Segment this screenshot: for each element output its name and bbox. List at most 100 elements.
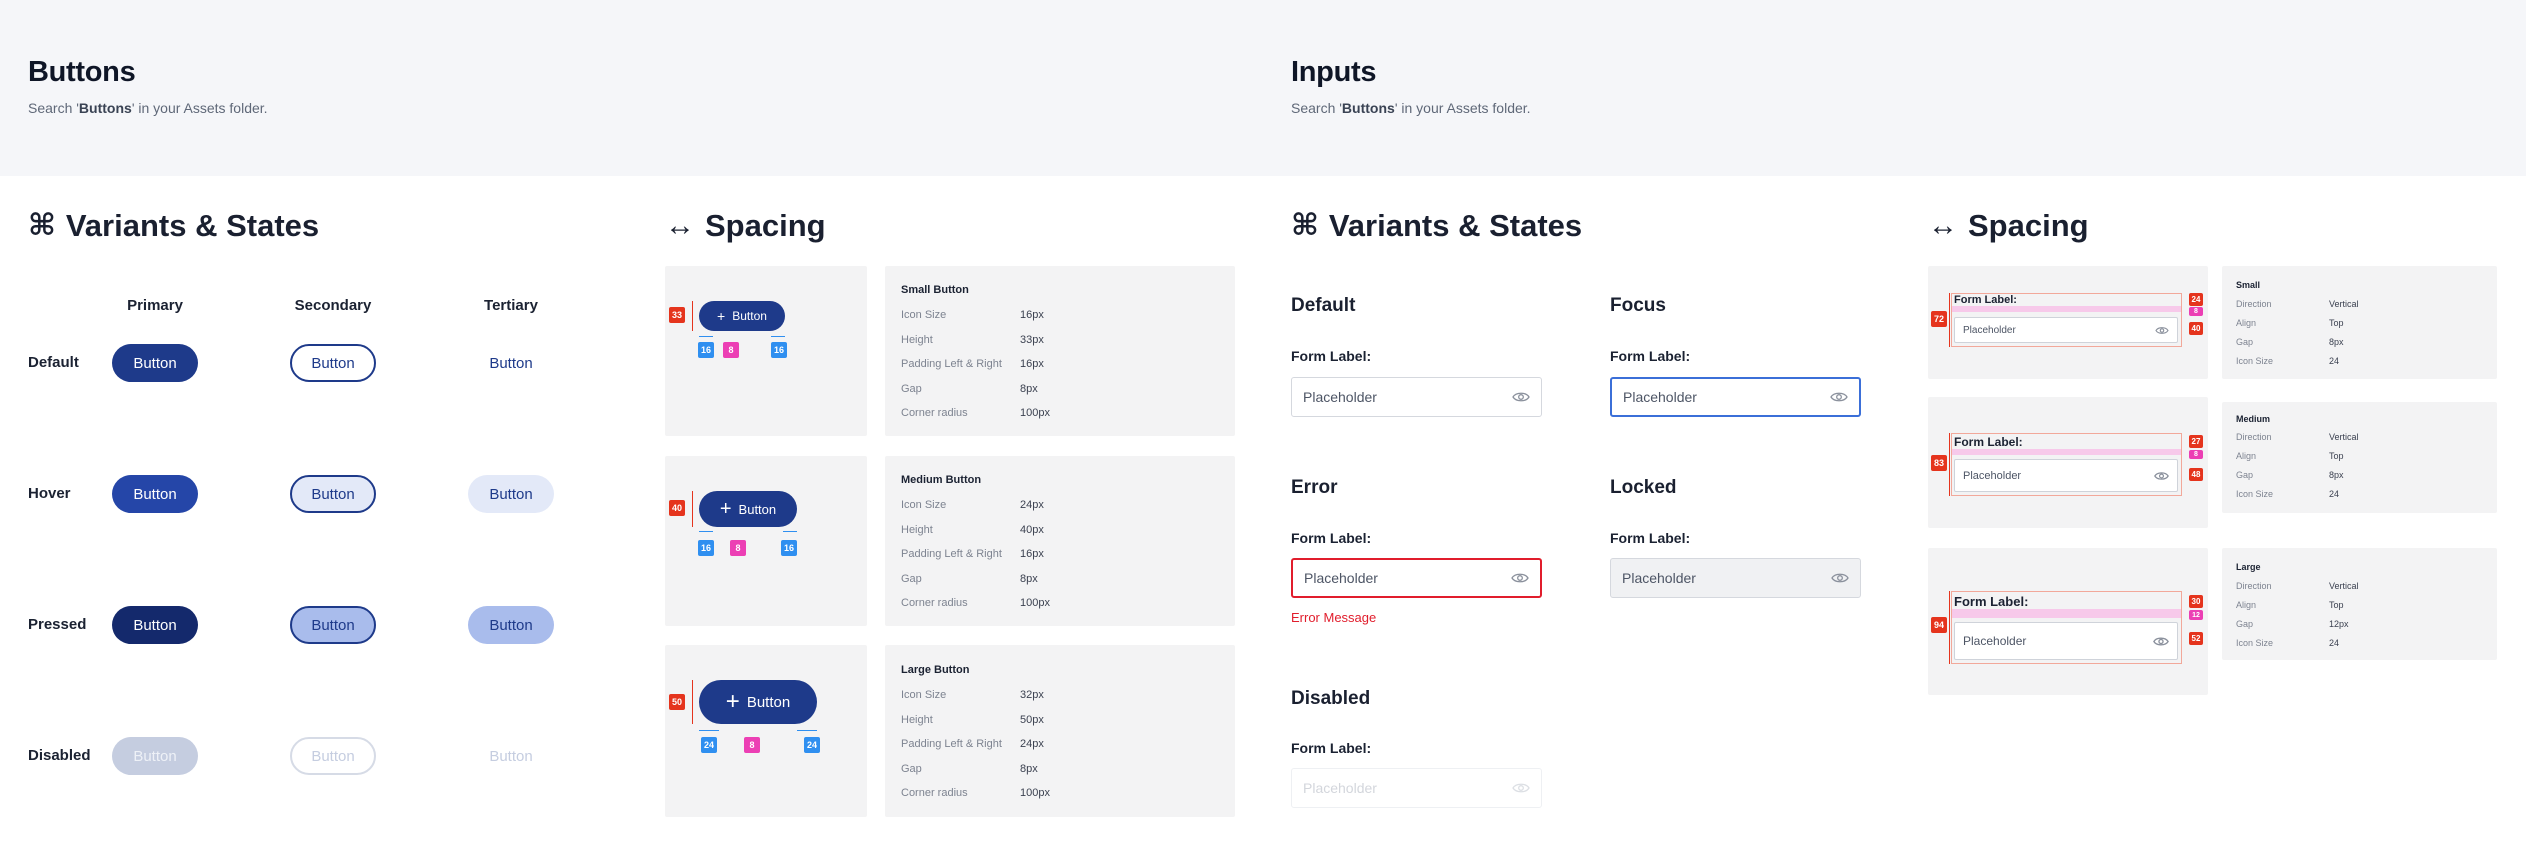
sample-input-medium: Placeholder [1954,459,2178,492]
spec-key: Height [901,714,933,726]
spec-key: Icon Size [901,309,947,321]
spec-key: Corner radius [901,407,968,419]
height-measure-line [1949,433,1950,496]
spec-title: Medium Button [901,474,982,486]
spec-value: 40px [1020,524,1044,536]
spec-value: 12px [2329,619,2349,629]
spec-title: Small [2236,280,2261,290]
secondary-hover-button[interactable]: Button [290,475,376,513]
label-height-tag: 30 [2189,595,2203,608]
spec-value: 100px [1020,597,1050,609]
error-message: Error Message [1291,610,1377,625]
padding-left-tag: 16 [698,540,714,556]
sample-input-large: Placeholder [1954,622,2178,660]
inputs-spacing-heading: ↔ Spacing [1928,208,2089,244]
padding-left-tag: 16 [698,342,714,358]
eye-icon [1831,573,1849,583]
height-measure-line [1949,591,1950,664]
height-tag: 33 [669,307,685,323]
label-height-tag: 24 [2189,293,2203,306]
gap-tag: 8 [2189,450,2203,459]
spec-key: Corner radius [901,787,968,799]
secondary-default-button[interactable]: Button [290,344,376,382]
spec-key: Gap [901,383,922,395]
column-header-primary: Primary [127,297,183,314]
padding-right-tag: 16 [771,342,787,358]
spec-key: Icon Size [901,499,947,511]
primary-default-button[interactable]: Button [112,344,198,382]
spec-value: 24 [2329,356,2340,366]
field-height-tag: 52 [2189,632,2203,645]
tertiary-pressed-button[interactable]: Button [468,606,554,644]
medium-button-preview-panel [665,456,867,626]
total-height-tag: 72 [1931,311,1947,327]
spec-value: 24px [1020,738,1044,750]
horizontal-arrows-icon: ↔ [665,209,695,242]
eye-icon [2154,471,2169,480]
spec-value: Vertical [2329,299,2359,309]
spec-title: Large Button [901,664,970,676]
eye-icon[interactable] [1511,572,1529,584]
input-disabled: Placeholder [1291,768,1542,808]
primary-pressed-button[interactable]: Button [112,606,198,644]
eye-icon[interactable] [1830,391,1848,403]
spec-key: Height [901,524,933,536]
spec-key: Gap [2236,337,2254,347]
spec-key: Direction [2236,581,2272,591]
spec-key: Gap [2236,470,2254,480]
gap-tag: 12 [2189,610,2203,620]
input-focus[interactable]: Placeholder [1610,377,1861,417]
input-default[interactable]: Placeholder [1291,377,1542,417]
spec-key: Align [2236,600,2257,610]
field-height-tag: 48 [2189,468,2203,481]
spec-value: 24 [2329,489,2340,499]
secondary-pressed-button[interactable]: Button [290,606,376,644]
inputs-page-title: Inputs [1291,56,1377,88]
spec-key: Corner radius [901,597,968,609]
buttons-spacing-title: Spacing [705,208,826,243]
primary-hover-button[interactable]: Button [112,475,198,513]
state-heading-disabled: Disabled [1291,688,1371,709]
state-heading-focus: Focus [1610,295,1666,316]
eye-icon[interactable] [1512,391,1530,403]
tertiary-hover-button[interactable]: Button [468,475,554,513]
input-placeholder: Placeholder [1303,389,1377,405]
height-tag: 50 [669,694,685,710]
input-placeholder: Placeholder [1622,570,1696,586]
medium-sample-button: + Button [699,491,797,527]
spec-key: Gap [901,573,922,585]
spec-value: 100px [1020,787,1050,799]
small-sample-button: + Button [699,301,785,331]
plus-icon: + [725,688,740,715]
spec-value: 33px [1020,334,1044,346]
gap-highlight [1952,449,2181,455]
row-header-pressed: Pressed [28,616,87,633]
gap-highlight [1952,609,2181,618]
input-error[interactable]: Placeholder [1291,558,1542,598]
form-label: Form Label: [1291,530,1372,546]
spec-title: Small Button [901,284,969,296]
primary-disabled-button: Button [112,737,198,775]
spec-value: 24px [1020,499,1044,511]
spec-key: Icon Size [2236,638,2274,648]
padding-measure-line [699,730,719,731]
padding-right-tag: 16 [781,540,797,556]
row-header-disabled: Disabled [28,747,91,764]
total-height-tag: 94 [1931,617,1947,633]
spec-key: Gap [901,763,922,775]
padding-measure-line [699,531,713,532]
spec-key: Align [2236,451,2257,461]
input-locked: Placeholder [1610,558,1861,598]
plus-icon: + [717,308,726,324]
tertiary-default-button[interactable]: Button [468,344,554,382]
padding-measure-line [783,531,797,532]
input-placeholder: Placeholder [1963,324,2016,336]
input-placeholder: Placeholder [1963,469,2022,482]
spec-key: Gap [2236,619,2254,629]
spec-value: 16px [1020,309,1044,321]
input-placeholder: Placeholder [1303,780,1377,796]
buttons-variants-title: Variants & States [65,208,320,243]
inputs-variants-title: Variants & States [1328,208,1583,243]
height-measure-line [692,301,693,331]
eye-icon [2153,637,2169,645]
